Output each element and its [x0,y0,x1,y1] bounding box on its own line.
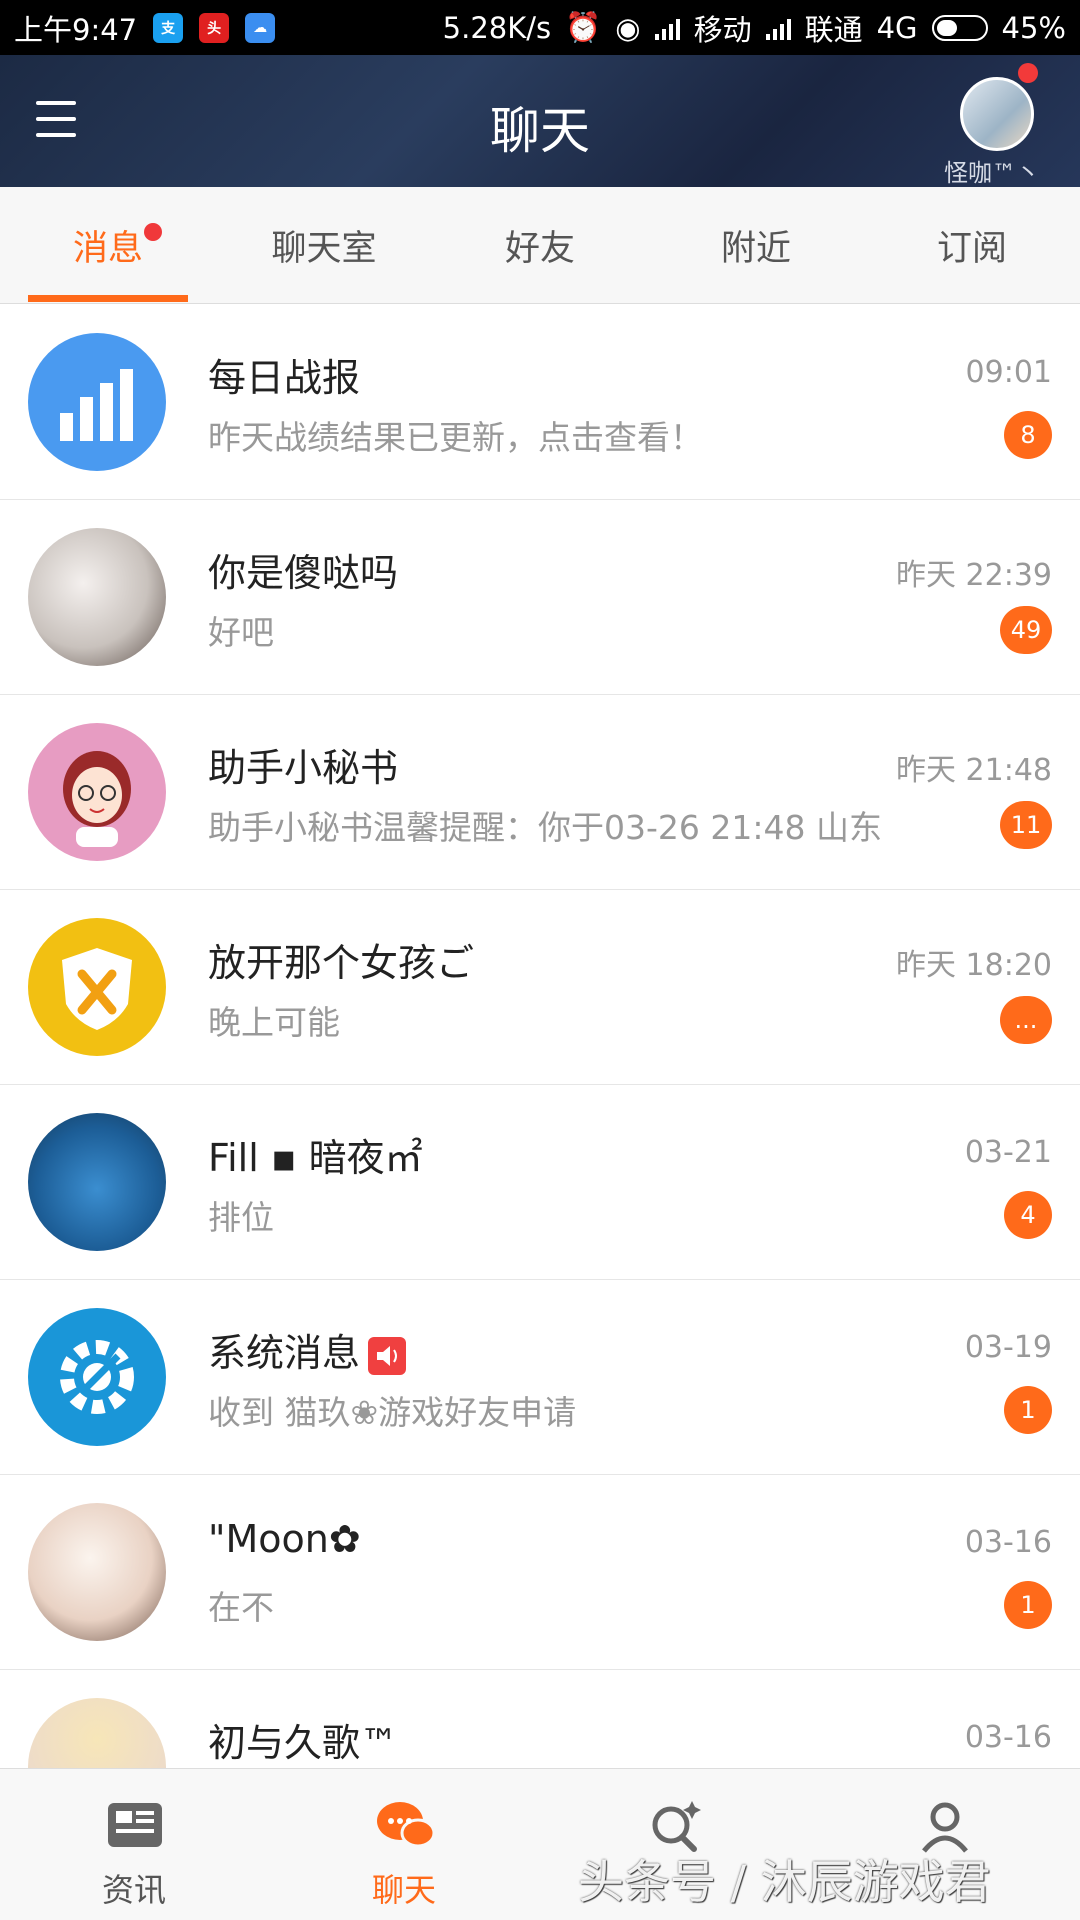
list-item[interactable]: Fill ▪ 暗夜㎡ 排位 03-21 4 [0,1085,1080,1280]
girl-photo [28,1503,166,1641]
carrier-2: 联通 [804,12,863,47]
cloud-icon: ☁ [245,12,276,43]
news-icon [108,1803,162,1847]
tab-label: 聊天室 [271,229,377,269]
wifi-icon: ◉ [615,10,641,45]
unread-badge: 4 [1004,1191,1052,1239]
contact-name: 初与久歌™ [208,1721,399,1765]
tab-nearby[interactable]: 附近 [648,187,864,304]
message-time: 03-16 [964,1720,1052,1755]
list-item[interactable]: 系统消息 收到 猫玖❀游戏好友申请 03-19 1 [0,1280,1080,1475]
tab-messages[interactable]: 消息 [0,187,216,304]
alipay-icon: 支 [153,12,184,43]
username: 怪咖™丶 [944,159,1040,187]
tab-label: 好友 [504,229,575,269]
contact-name: 你是傻哒吗 [208,551,399,595]
watermark: 头条号 / 沐辰游戏君 [578,1855,991,1909]
network-speed: 5.28K/s [442,10,552,45]
notification-dot [1018,63,1038,83]
message-time: 03-16 [964,1525,1052,1560]
boy-photo [28,1113,166,1251]
conversation-list: 每日战报 昨天战绩结果已更新，点击查看！ 09:01 8 你是傻哒吗 好吧 昨天… [0,305,1080,1865]
nav-label: 聊天 [371,1871,436,1909]
status-time: 上午9:47 [14,12,138,47]
nav-news[interactable]: 资讯 [34,1769,234,1920]
app-header: 聊天 怪咖™丶 [0,55,1080,187]
couple-photo [28,528,166,666]
list-item[interactable]: "Moon✿ 在不 03-16 1 [0,1475,1080,1670]
chart-icon [28,333,166,471]
unread-badge: 8 [1004,411,1052,459]
message-time: 03-21 [964,1135,1052,1170]
list-item[interactable]: 助手小秘书 助手小秘书温馨提醒：你于03-26 21:48 山东 昨天 21:4… [0,695,1080,890]
unread-badge: 1 [1004,1581,1052,1629]
list-item[interactable]: 放开那个女孩ご 晚上可能 昨天 18:20 ... [0,890,1080,1085]
tab-label: 订阅 [936,229,1007,269]
tab-friends[interactable]: 好友 [432,187,648,304]
tab-subscriptions[interactable]: 订阅 [864,187,1080,304]
message-time: 09:01 [965,355,1052,390]
contact-name: Fill ▪ 暗夜㎡ [208,1136,423,1180]
toutiao-icon: 头 [199,12,230,43]
unread-dot [144,223,162,241]
network-type: 4G [876,10,918,45]
tab-bar: 消息 聊天室 好友 附近 订阅 [0,187,1080,304]
nav-label: 资讯 [101,1871,166,1909]
message-preview: 在不 [208,1588,274,1627]
chat-icon [377,1802,436,1848]
list-item[interactable]: 每日战报 昨天战绩结果已更新，点击查看！ 09:01 8 [0,305,1080,500]
shield-icon [28,918,166,1056]
page-title: 聊天 [490,102,590,160]
contact-name: 放开那个女孩ご [208,941,475,985]
unread-badge: 11 [1000,801,1052,849]
message-preview: 好吧 [208,613,274,652]
status-bar: 上午9:47 支 头 ☁ 5.28K/s ⏰ ◉ 移动 联通 4G 45% [0,0,1080,55]
tab-label: 消息 [72,229,143,269]
unread-badge: 1 [1004,1386,1052,1434]
profile-icon [922,1802,968,1853]
list-item[interactable]: 你是傻哒吗 好吧 昨天 22:39 49 [0,500,1080,695]
settings-wrench-icon [28,1308,166,1446]
alarm-icon: ⏰ [565,10,602,44]
speaker-icon [368,1336,407,1375]
message-preview: 收到 猫玖❀游戏好友申请 [208,1393,577,1432]
message-preview: 昨天战绩结果已更新，点击查看！ [208,418,703,457]
battery-percent: 45% [1001,10,1066,45]
tab-chatroom[interactable]: 聊天室 [216,187,432,304]
signal-icon [654,16,680,40]
contact-name: 系统消息 [208,1322,407,1377]
signal-icon-2 [765,16,791,40]
contact-name-text: 系统消息 [208,1331,361,1375]
message-time: 昨天 21:48 [896,753,1052,788]
nav-chat[interactable]: 聊天 [304,1769,504,1920]
contact-name: 每日战报 [208,356,361,400]
message-preview: 晚上可能 [208,1003,340,1042]
discover-icon [652,1801,701,1852]
user-avatar[interactable] [960,77,1034,151]
battery-icon [931,14,988,41]
unread-badge: 49 [1000,606,1052,654]
message-time: 昨天 18:20 [896,948,1052,983]
tab-label: 附近 [720,229,791,269]
assistant-girl-icon [28,723,166,861]
carrier-1: 移动 [693,12,752,47]
unread-badge: ... [1000,996,1052,1044]
message-time: 03-19 [964,1330,1052,1365]
message-preview: 排位 [208,1198,274,1237]
message-preview: 助手小秘书温馨提醒：你于03-26 21:48 山东 [208,808,882,847]
contact-name: "Moon✿ [208,1517,361,1561]
contact-name: 助手小秘书 [208,746,399,790]
active-tab-indicator [28,295,188,302]
message-time: 昨天 22:39 [896,558,1052,593]
